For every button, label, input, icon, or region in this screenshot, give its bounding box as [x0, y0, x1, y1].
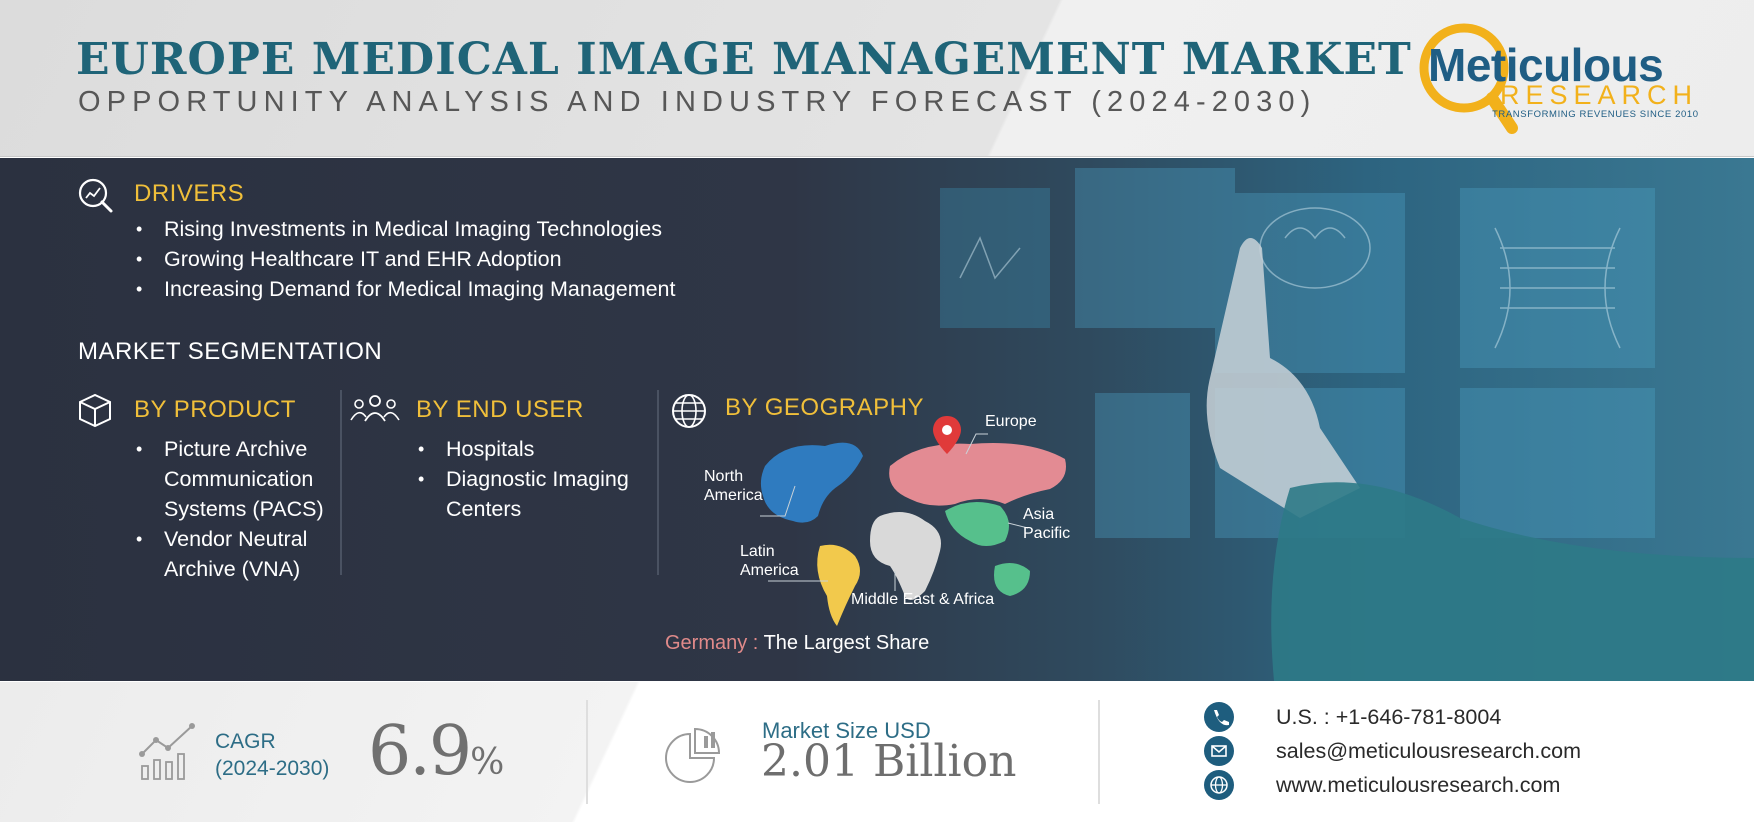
- list-item: Growing Healthcare IT and EHR Adoption: [132, 244, 772, 274]
- largest-share-text: The Largest Share: [763, 632, 930, 654]
- page-subtitle: OPPORTUNITY ANALYSIS AND INDUSTRY FORECA…: [78, 86, 1317, 118]
- email-text: sales@meticulousresearch.com: [1276, 739, 1582, 763]
- cagr-title: CAGR: [215, 730, 276, 753]
- website-text: www.meticulousresearch.com: [1276, 773, 1561, 797]
- list-item: Diagnostic Imaging Centers: [414, 464, 654, 524]
- drivers-heading: DRIVERS: [134, 180, 245, 207]
- region-label-europe: Europe: [985, 413, 1037, 430]
- list-item: Hospitals: [414, 434, 654, 464]
- north-america-region: [760, 442, 863, 523]
- phone-text: U.S. : +1-646-781-8004: [1276, 705, 1502, 729]
- web-globe-icon: [1204, 770, 1234, 800]
- region-label-asia-pacific: Asia Pacific: [1023, 506, 1071, 542]
- product-list: Picture Archive Communication Systems (P…: [132, 434, 342, 584]
- cagr-unit: %: [470, 742, 505, 783]
- company-logo[interactable]: Meticulous RESEARCH TRANSFORMING REVENUE…: [1412, 18, 1702, 138]
- pie-chart-icon: [665, 727, 721, 783]
- cagr-value: 6.9%: [368, 712, 504, 791]
- list-item: Rising Investments in Medical Imaging Te…: [132, 214, 772, 244]
- footer-divider: [1098, 700, 1100, 804]
- column-divider: [657, 390, 659, 575]
- region-label-latin-america: Latin America: [740, 543, 799, 579]
- end-user-list: Hospitals Diagnostic Imaging Centers: [414, 434, 654, 524]
- content-panel: DRIVERS Rising Investments in Medical Im…: [0, 158, 1754, 681]
- page-title: EUROPE MEDICAL IMAGE MANAGEMENT MARKET: [76, 34, 1412, 85]
- box-icon: [79, 393, 111, 428]
- users-icon: [350, 395, 400, 422]
- list-item: Increasing Demand for Medical Imaging Ma…: [132, 274, 772, 304]
- largest-share-country: Germany :: [665, 632, 759, 654]
- drivers-list: Rising Investments in Medical Imaging Te…: [132, 214, 772, 304]
- by-end-user-heading: BY END USER: [416, 396, 584, 423]
- asia-pacific-region: [945, 502, 1009, 546]
- europe-asia-region: [889, 443, 1066, 506]
- segmentation-heading: MARKET SEGMENTATION: [78, 338, 383, 365]
- by-product-heading: BY PRODUCT: [134, 396, 296, 423]
- region-label-middle-east-africa: Middle East & Africa: [851, 591, 995, 608]
- growth-chart-icon: [139, 723, 195, 780]
- phone-icon: [1204, 702, 1234, 732]
- region-label-north-america: North America: [704, 468, 763, 504]
- australia-region: [994, 562, 1030, 596]
- chart-magnifier-icon: [78, 178, 113, 213]
- footer-divider: [586, 700, 588, 804]
- middle-east-africa-region: [870, 512, 941, 600]
- logo-tagline: TRANSFORMING REVENUES SINCE 2010: [1492, 109, 1699, 120]
- mail-icon: [1204, 736, 1234, 766]
- latin-america-region: [817, 544, 860, 626]
- stats-footer: CAGR (2024-2030) 6.9% Market Size USD 2.…: [0, 682, 1754, 822]
- cagr-label: CAGR (2024-2030): [215, 728, 329, 782]
- largest-share-note: Germany : The Largest Share: [665, 632, 929, 655]
- column-divider: [340, 390, 342, 575]
- list-item: Picture Archive Communication Systems (P…: [132, 434, 342, 524]
- header-banner: EUROPE MEDICAL IMAGE MANAGEMENT MARKET O…: [0, 0, 1754, 157]
- cagr-period: (2024-2030): [215, 757, 330, 780]
- list-item: Vendor Neutral Archive (VNA): [132, 524, 342, 584]
- logo-research: RESEARCH: [1500, 80, 1699, 110]
- market-size-value: 2.01 Billion: [761, 736, 1017, 787]
- cagr-number: 6.9: [368, 712, 472, 791]
